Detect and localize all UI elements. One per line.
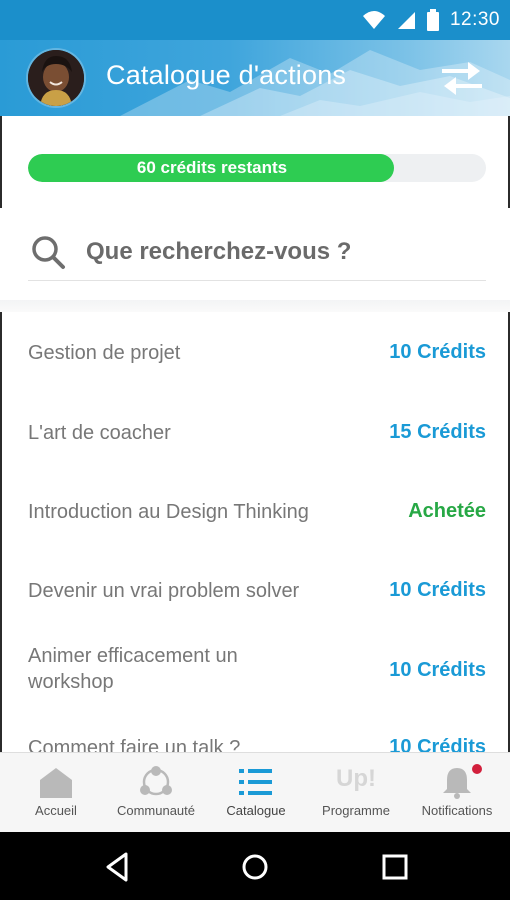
list-item[interactable]: Devenir un vrai problem solver 10 Crédit… [10, 550, 496, 630]
credits-progress-bar: 60 crédits restants [28, 154, 486, 182]
wifi-icon [362, 11, 385, 29]
status-bar: 12:30 [0, 0, 510, 40]
nav-label: Programme [322, 803, 390, 818]
list-item[interactable]: Introduction au Design Thinking Achetée [10, 471, 496, 551]
system-navigation-bar [0, 832, 510, 900]
item-title: Introduction au Design Thinking [28, 501, 309, 523]
recents-icon[interactable] [378, 850, 412, 884]
nav-item-programme[interactable]: Up! Programme [306, 753, 406, 833]
item-credit-price: 15 Crédits [389, 421, 486, 443]
search-area [0, 208, 510, 308]
list-item[interactable]: Animer efficacement un workshop 10 Crédi… [10, 629, 496, 710]
list-item[interactable]: Comment faire un talk ? 10 Crédits [10, 709, 496, 752]
nav-item-accueil[interactable]: Accueil [6, 753, 106, 833]
action-list: Gestion de projet 10 Crédits L'art de co… [0, 312, 510, 752]
home-circle-icon[interactable] [238, 850, 272, 884]
clock: 12:30 [449, 9, 500, 30]
list-item[interactable]: Gestion de projet 10 Crédits [10, 312, 496, 393]
program-logo: Up! [336, 765, 376, 792]
nav-item-communaute[interactable]: Communauté [106, 753, 206, 833]
search-field[interactable] [28, 220, 486, 281]
search-icon [32, 236, 65, 269]
nav-label: Notifications [421, 803, 493, 818]
app-header: Catalogue d'actions [0, 40, 510, 116]
swap-arrows-icon [442, 62, 482, 95]
item-title: L'art de coacher [28, 422, 171, 444]
swap-button[interactable] [436, 58, 488, 98]
page-title: Catalogue d'actions [106, 60, 347, 90]
item-title-line-1: Animer efficacement un [28, 645, 238, 667]
credits-remaining-label: 60 crédits restants [136, 158, 288, 177]
profile-photo [28, 50, 84, 106]
nav-label: Communauté [116, 803, 196, 818]
avatar[interactable] [28, 50, 84, 106]
bottom-navigation: Accueil Communauté Catalogue Up! Program… [0, 752, 510, 833]
notification-badge [472, 764, 482, 774]
item-status-bought: Achetée [408, 500, 486, 522]
item-title-line-2: workshop [28, 671, 114, 693]
list-icon [239, 769, 272, 795]
bell-icon [443, 768, 471, 799]
battery-icon [426, 9, 439, 31]
item-title: Gestion de projet [28, 342, 181, 364]
search-input[interactable] [84, 230, 478, 274]
item-credit-price: 10 Crédits [389, 341, 486, 363]
item-title: Comment faire un talk ? [28, 737, 241, 752]
nav-item-catalogue[interactable]: Catalogue [206, 753, 306, 833]
signal-icon [397, 12, 415, 29]
home-icon [40, 768, 72, 798]
item-credit-price: 10 Crédits [389, 659, 486, 681]
back-icon[interactable] [100, 850, 134, 884]
item-credit-price: 10 Crédits [389, 579, 486, 601]
section-divider [0, 300, 510, 312]
item-credit-price: 10 Crédits [389, 736, 486, 752]
community-icon [140, 766, 172, 796]
nav-label: Accueil [35, 803, 77, 818]
item-title: Devenir un vrai problem solver [28, 580, 300, 602]
list-item[interactable]: L'art de coacher 15 Crédits [10, 392, 496, 472]
nav-item-notifications[interactable]: Notifications [406, 753, 508, 833]
nav-label: Catalogue [226, 803, 286, 818]
